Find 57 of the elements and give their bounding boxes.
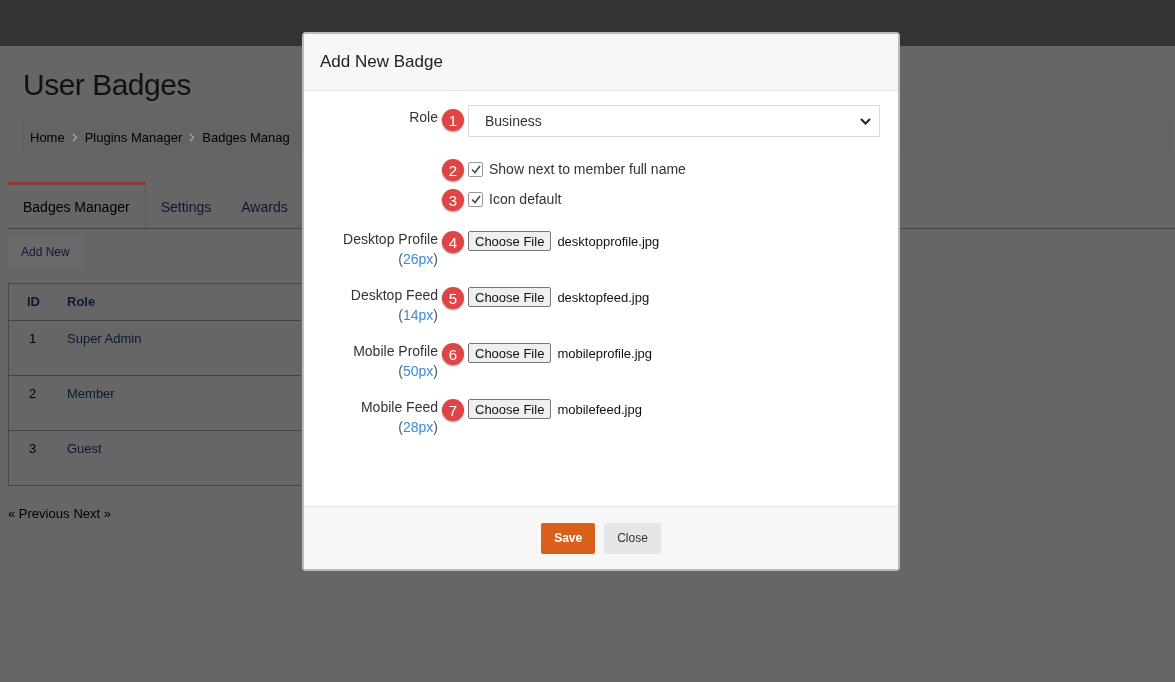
number-marker: 6 xyxy=(442,343,464,365)
size-hint: (28px) xyxy=(398,419,438,435)
tab[interactable]: Awards xyxy=(226,182,303,228)
size-link[interactable]: 14px xyxy=(402,307,434,323)
checkbox[interactable] xyxy=(468,161,483,177)
add-new-button[interactable]: Add New xyxy=(8,237,83,267)
chevron-icon xyxy=(71,132,78,142)
column-header: Role xyxy=(66,293,97,311)
choose-file-button[interactable]: Choose File xyxy=(468,287,552,307)
choose-file-button[interactable]: Choose File xyxy=(468,231,552,251)
field-label: Desktop Profile xyxy=(343,231,438,247)
close-button[interactable]: Close xyxy=(604,522,661,554)
tab[interactable]: Settings xyxy=(145,182,227,228)
table-cell-text: 2 xyxy=(28,385,38,403)
size-hint: (26px) xyxy=(398,251,438,267)
breadcrumb-link[interactable]: Home xyxy=(30,129,65,145)
size-link[interactable]: 50px xyxy=(402,363,434,379)
field-label: Mobile Profile xyxy=(353,343,438,359)
checkbox-label: Icon default xyxy=(489,191,562,207)
table-cell[interactable]: Member xyxy=(59,376,301,430)
number-marker: 4 xyxy=(442,231,464,253)
tab[interactable]: Badges Manager xyxy=(8,182,146,228)
number-marker: 2 xyxy=(442,159,464,181)
table-cell[interactable]: Super Admin xyxy=(59,321,301,375)
size-link[interactable]: 26px xyxy=(402,251,434,267)
size-hint: (14px) xyxy=(398,307,438,323)
size-link[interactable]: 28px xyxy=(402,419,434,435)
column-header: ID xyxy=(26,293,41,311)
breadcrumb-link[interactable]: Badges Manag xyxy=(202,129,290,145)
checkbox-label: Show next to member full name xyxy=(489,161,686,177)
save-button[interactable]: Save xyxy=(541,522,596,554)
choose-file-button[interactable]: Choose File xyxy=(468,343,552,363)
checkbox[interactable] xyxy=(468,191,483,207)
chevron-icon xyxy=(189,132,196,142)
role-select[interactable]: Business xyxy=(468,105,880,137)
dialog-title: Add New Badge xyxy=(320,52,443,72)
field-label: Desktop Feed xyxy=(350,287,438,303)
breadcrumb-link[interactable]: Plugins Manager xyxy=(84,129,183,145)
pagination-link[interactable]: « Previous xyxy=(8,506,70,521)
table-cell-text: 3 xyxy=(28,440,38,458)
number-marker: 5 xyxy=(442,287,464,309)
field-label: Role xyxy=(409,109,438,125)
pagination-link[interactable]: Next » xyxy=(73,506,111,521)
number-marker: 1 xyxy=(442,109,464,131)
size-hint: (50px) xyxy=(398,363,438,379)
table-cell[interactable]: Guest xyxy=(59,431,301,485)
chevron-down-icon xyxy=(860,117,871,125)
page-title: User Badges xyxy=(23,68,192,102)
choose-file-button[interactable]: Choose File xyxy=(468,399,552,419)
table-cell-text: 1 xyxy=(28,330,38,348)
number-marker: 3 xyxy=(442,189,464,211)
file-name: mobileprofile.jpg xyxy=(557,345,653,361)
file-name: desktopprofile.jpg xyxy=(557,233,660,249)
field-label: Mobile Feed xyxy=(360,399,438,415)
file-name: desktopfeed.jpg xyxy=(557,289,650,305)
number-marker: 7 xyxy=(442,399,464,421)
file-name: mobilefeed.jpg xyxy=(557,401,642,417)
